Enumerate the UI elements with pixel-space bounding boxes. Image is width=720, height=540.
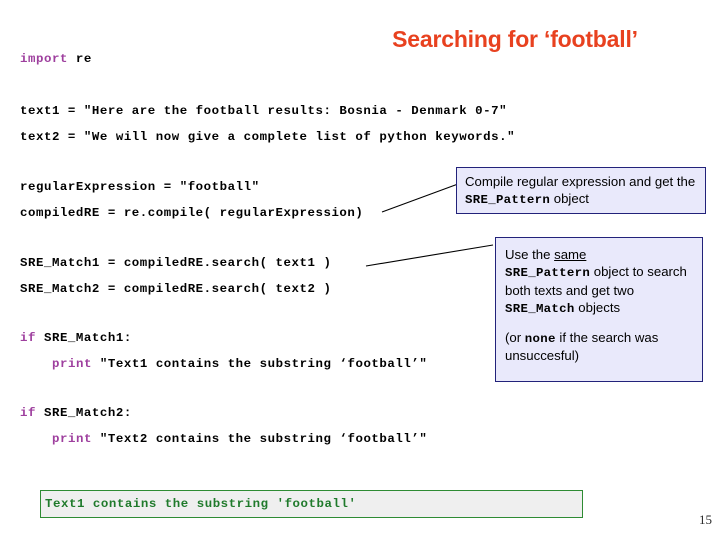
callout-reuse-mono-sre-pattern: SRE_Pattern (505, 266, 591, 281)
code-line-print1: print "Text1 contains the substring ‘foo… (52, 357, 427, 371)
callout-reuse-pattern: Use the same SRE_Pattern object to search… (495, 237, 703, 382)
code-line-text1: text1 = "Here are the football results: … (20, 104, 508, 118)
code-line-sre-match2: SRE_Match2 = compiledRE.search( text2 ) (20, 282, 332, 296)
code-if1-condition: SRE_Match1: (35, 331, 132, 345)
callout-reuse-line3-a: (or (505, 329, 525, 345)
code-if2-condition: SRE_Match2: (35, 406, 132, 420)
output-console-text: Text1 contains the substring 'football' (45, 497, 357, 511)
callout-reuse-line1-a: Use the (505, 247, 555, 262)
page-number: 15 (699, 512, 712, 527)
callout-compile-text: Compile regular expression and get the S… (465, 173, 698, 209)
callout-reuse-underlined-same: same (554, 247, 587, 262)
callout-reuse-mono-none: none (524, 331, 556, 346)
callout-reuse-paragraph-1: Use the same SRE_Pattern object to search… (505, 246, 696, 318)
code-line-regular-expression: regularExpression = "football" (20, 180, 260, 194)
keyword-if-2: if (20, 406, 36, 420)
connector-line-compile (381, 183, 459, 213)
code-line-if1: if SRE_Match1: (20, 331, 132, 345)
page-title: Searching for ‘football’ (392, 26, 638, 52)
code-print2-argument: "Text2 contains the substring ‘football’… (91, 432, 428, 446)
code-line-sre-match1: SRE_Match1 = compiledRE.search( text1 ) (20, 256, 332, 270)
code-print1-argument: "Text1 contains the substring ‘football’… (91, 357, 428, 371)
code-line-if2: if SRE_Match2: (20, 406, 132, 420)
callout-reuse-line2-c: objects (574, 300, 621, 316)
callout-compile-mono-sre-pattern: SRE_Pattern (465, 193, 551, 208)
code-line-text2: text2 = "We will now give a complete lis… (20, 130, 516, 144)
callout-compile-regular-expression: Compile regular expression and get the S… (456, 167, 706, 214)
callout-reuse-paragraph-2: (or none if the search was unsuccesful) (505, 329, 696, 365)
slide-canvas: Searching for ‘football’ import re text1… (0, 0, 720, 540)
code-line-compiled-re: compiledRE = re.compile( regularExpressi… (20, 206, 364, 220)
keyword-if-1: if (20, 331, 36, 345)
keyword-print-1: print (52, 357, 92, 371)
code-import-module: re (67, 52, 92, 66)
callout-reuse-mono-sre-match: SRE_Match (505, 302, 575, 317)
callout-compile-part2: object (550, 191, 589, 207)
callout-compile-part1: Compile regular expression and get the (465, 174, 696, 189)
connector-line-reuse (365, 244, 494, 267)
keyword-import: import (20, 52, 68, 66)
keyword-print-2: print (52, 432, 92, 446)
code-line-import: import re (20, 52, 92, 66)
code-line-print2: print "Text2 contains the substring ‘foo… (52, 432, 427, 446)
